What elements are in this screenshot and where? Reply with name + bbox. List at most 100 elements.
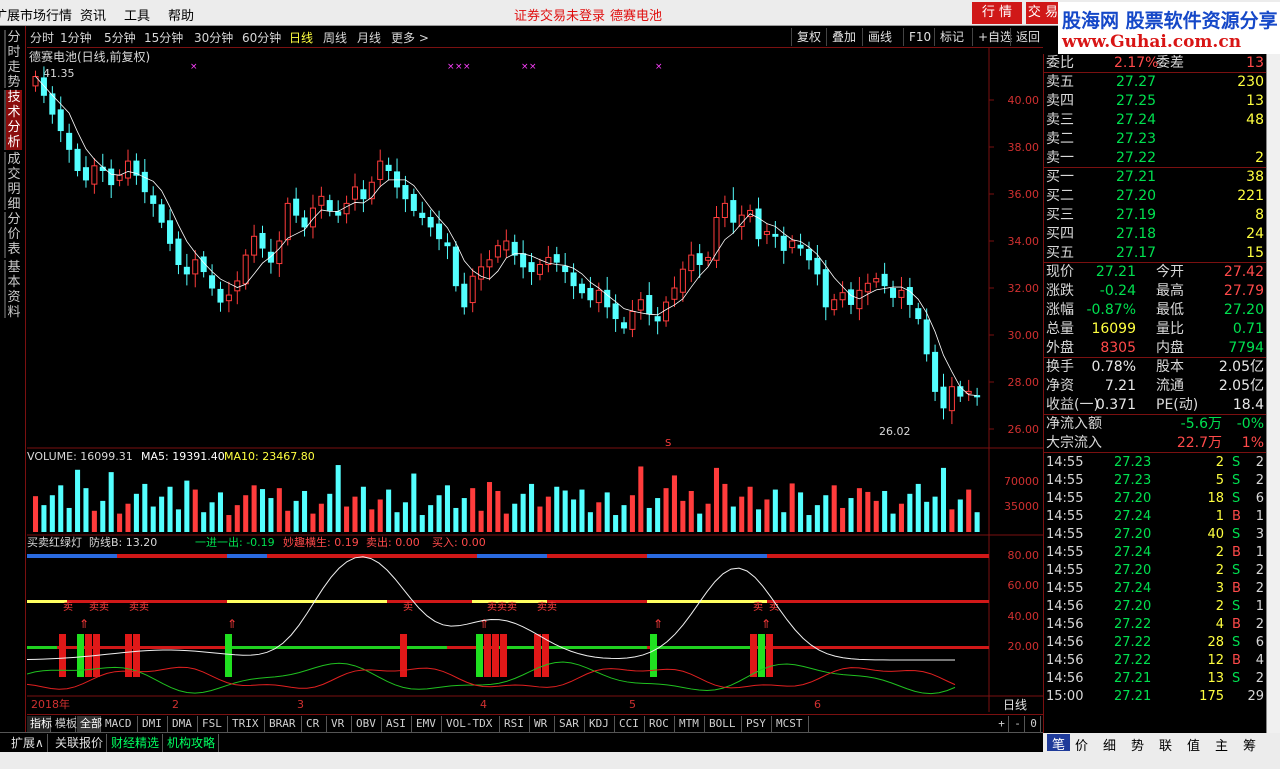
tab-technical-analysis[interactable]: 技术分析 [4,90,22,150]
period-0[interactable]: 分时 [30,29,54,46]
indicator-tab-13[interactable]: EMV [413,716,442,732]
tab-intraday[interactable]: 分时走势 [4,30,22,90]
indicator-tab-18[interactable]: KDJ [586,716,615,732]
quote-tab-1[interactable]: 价 [1075,735,1088,754]
period-3[interactable]: 15分钟 [144,29,183,46]
period-8[interactable]: 月线 [357,29,381,46]
tab-fundamentals[interactable]: 基本资料 [4,260,22,320]
indicator-tab-12[interactable]: ASI [383,716,412,732]
menu-item-extended-market[interactable]: 扩展市场行情 [0,5,72,24]
quote-tab-2[interactable]: 细 [1103,735,1116,754]
candle-body [873,278,880,283]
indicator-tab-15[interactable]: RSI [501,716,530,732]
indicator-tab-8[interactable]: BRAR [266,716,302,732]
volume-bar [974,512,980,532]
tool-button-2[interactable]: 画线 [862,28,892,46]
volume-bar [621,505,627,532]
indicator-tab-4[interactable]: DMI [139,716,168,732]
bottom-tab-extend[interactable]: 扩展∧ [8,734,48,752]
tool-button-3[interactable]: F10 [903,28,931,46]
bottom-tab-institution-strategy[interactable]: 机构攻略 [164,734,220,752]
tab-trade-details[interactable]: 成交明细 [4,152,22,212]
period-5[interactable]: 60分钟 [242,29,281,46]
tool-button-1[interactable]: 叠加 [826,28,856,46]
signal-band-segment [477,554,547,558]
tick-side: S [1232,599,1241,614]
indicator-tab-20[interactable]: ROC [646,716,675,732]
price-axis-label: 36.00 [1008,188,1040,201]
period-1[interactable]: 1分钟 [60,29,92,46]
indicator-axis-label: 80.00 [1008,549,1040,562]
kline-chart[interactable]: 40.00 38.00 36.00 34.00 32.00 30.00 28.00 26.00… [27,48,1043,712]
ask-volume: 2 [1255,150,1264,166]
trade-button[interactable]: 交 易 [1026,2,1060,24]
zoom-control-1[interactable]: - [1011,716,1025,732]
bottom-tab-finance-picks[interactable]: 财经精选 [108,734,164,752]
tool-button-4[interactable]: 标记 [934,28,964,46]
period-2[interactable]: 5分钟 [104,29,136,46]
period-4[interactable]: 30分钟 [194,29,233,46]
zoom-control-0[interactable]: + [995,716,1009,732]
indicator-tab-17[interactable]: SAR [556,716,585,732]
indicator-tab-5[interactable]: DMA [169,716,198,732]
volume-bars [33,465,980,532]
indicator-tab-16[interactable]: WR [531,716,555,732]
quote-tab-7[interactable]: 筹 [1243,735,1256,754]
quote-tab-5[interactable]: 值 [1187,735,1200,754]
indicator-tab-10[interactable]: VR [328,716,352,732]
bid-price: 27.19 [1116,207,1157,223]
bid-label: 买五 [1046,245,1074,261]
volume-bar [949,509,955,532]
volume-bar [789,483,795,532]
indicator-tab-0[interactable]: 指标 [27,716,52,732]
quote-panel-scrollbar[interactable] [1266,54,1280,734]
tool-button-6[interactable]: 返回 [1010,28,1040,46]
indicator-tab-6[interactable]: FSL [199,716,228,732]
quote-tab-6[interactable]: 主 [1215,735,1228,754]
trade-login-notice[interactable]: 证券交易未登录 [514,5,605,24]
indicator-tab-24[interactable]: MCST [773,716,809,732]
candle-body [209,275,216,289]
candle-body [696,253,703,266]
tool-button-5[interactable]: +自选 [972,28,1012,46]
indicator-tab-21[interactable]: MTM [676,716,705,732]
indicator-tab-14[interactable]: VOL-TDX [443,716,500,732]
indicator-jin: 一进一出: -0.19 [195,535,275,549]
price-axis-label: 38.00 [1008,141,1040,154]
tab-price-table[interactable]: 分价表 [4,212,22,258]
zoom-control-2[interactable]: 0 [1027,716,1041,732]
bottom-tab-related-quotes[interactable]: 关联报价 [52,734,108,752]
candle-body [553,254,560,263]
mid-line-segment [227,600,387,603]
period-6[interactable]: 日线 [289,29,313,46]
tick-time: 14:55 [1046,491,1084,506]
indicator-tab-2[interactable]: 全部 [77,716,102,732]
volume-bar [604,492,610,532]
indicator-tab-23[interactable]: PSY [743,716,772,732]
period-9[interactable]: 更多 > [391,29,429,46]
event-marker: × [455,62,463,72]
quote-tab-4[interactable]: 联 [1159,735,1172,754]
indicator-tab-1[interactable]: 模板 [52,716,77,732]
tool-button-0[interactable]: 复权 [791,28,821,46]
stat-value: 27.20 [1223,302,1264,318]
period-7[interactable]: 周线 [323,29,347,46]
menu-item-news[interactable]: 资讯 [80,5,106,24]
menu-item-help[interactable]: 帮助 [168,5,194,24]
indicator-tab-11[interactable]: OBV [353,716,382,732]
indicator-tab-22[interactable]: BOLL [706,716,742,732]
indicator-tab-3[interactable]: MACD [102,716,138,732]
ask-label: 卖三 [1046,112,1074,128]
indicator-tab-9[interactable]: CR [303,716,327,732]
indicator-tab-19[interactable]: CCI [616,716,645,732]
indicator-tab-7[interactable]: TRIX [229,716,265,732]
volume-bar [259,489,266,532]
tick-volume: 13 [1207,671,1224,686]
menu-item-tools[interactable]: 工具 [124,5,150,24]
quotes-button[interactable]: 行 情 [972,2,1022,24]
tick-volume: 2 [1215,563,1224,578]
volume-bar [49,495,55,532]
volume-bar [436,495,442,532]
quote-tab-3[interactable]: 势 [1131,735,1144,754]
quote-tab-0[interactable]: 笔 [1047,734,1071,753]
